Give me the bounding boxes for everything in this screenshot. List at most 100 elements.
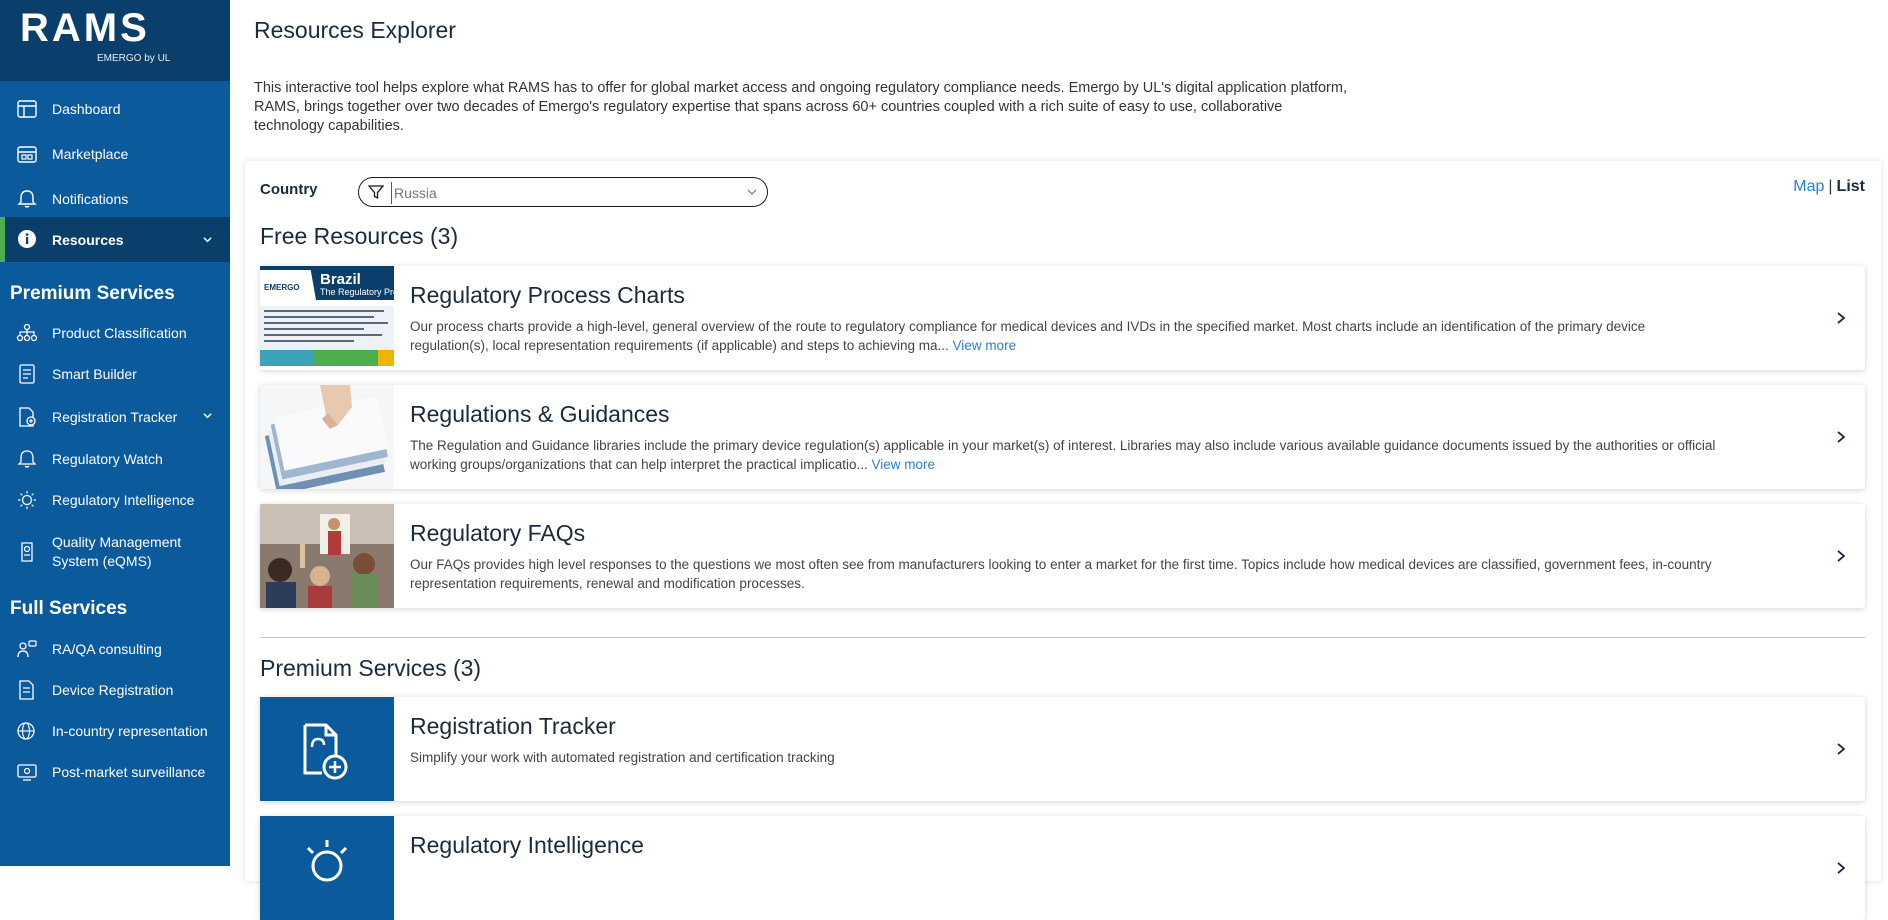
registration-tracker-thumbnail [260, 697, 394, 801]
sidebar-item-label: RA/QA consulting [52, 641, 162, 657]
chevron-right-icon[interactable] [1835, 311, 1847, 325]
sidebar-item-dashboard[interactable]: Dashboard [0, 91, 230, 127]
qms-icon [21, 542, 33, 562]
resource-title: Regulatory FAQs [410, 520, 586, 546]
sidebar-item-raqa-consulting[interactable]: RA/QA consulting [0, 631, 230, 667]
logo-subtext: EMERGO by UL [97, 53, 171, 64]
logo-text: RAMS [20, 6, 150, 50]
section-divider [260, 637, 1865, 638]
qms-label-line2: System (eQMS) [52, 553, 152, 569]
intro-line: technology capabilities. [254, 118, 404, 134]
resource-card-regulations-guidances[interactable]: Regulations & Guidances The Regulation a… [260, 385, 1865, 489]
sidebar-item-regulatory-intelligence[interactable]: Regulatory Intelligence [0, 482, 230, 518]
intro-line: RAMS, brings together over two decades o… [254, 99, 1283, 115]
sidebar-item-qms[interactable]: Quality Management System (eQMS) [0, 530, 230, 574]
view-more-link[interactable]: View more [953, 338, 1017, 353]
sidebar-item-smart-builder[interactable]: Smart Builder [0, 356, 230, 392]
sidebar-item-label: Resources [52, 231, 124, 248]
sidebar-item-label: Regulatory Intelligence [52, 492, 195, 508]
resource-card-faqs[interactable]: Regulatory FAQs Our FAQs provides high l… [260, 504, 1865, 608]
intelligence-icon [18, 491, 36, 509]
builder-icon [19, 364, 35, 384]
sidebar-item-label: Regulatory Watch [52, 451, 163, 467]
sidebar-item-device-registration[interactable]: Device Registration [0, 672, 230, 708]
sidebar-item-label: Device Registration [52, 682, 174, 698]
dashboard-icon [17, 100, 37, 118]
consulting-icon [17, 640, 37, 658]
free-resources-heading: Free Resources (3) [260, 223, 459, 249]
country-label: Country [260, 181, 318, 198]
resource-description: Our FAQs provides high level responses t… [410, 557, 1712, 591]
thumb-subtitle: The Regulatory Pro [320, 287, 394, 297]
sidebar-item-label: Marketplace [52, 146, 129, 162]
sidebar-item-product-classification[interactable]: Product Classification [0, 315, 230, 351]
sidebar-item-in-country-representation[interactable]: In-country representation [0, 713, 230, 749]
country-search-input[interactable] [391, 182, 736, 204]
surveillance-icon [17, 764, 37, 781]
lightbulb-icon [306, 840, 348, 882]
resource-description: The Regulation and Guidance libraries in… [410, 436, 1720, 474]
chevron-down-icon[interactable] [747, 187, 757, 197]
bell-icon [17, 190, 37, 208]
info-icon [18, 230, 36, 248]
chevron-right-icon[interactable] [1835, 430, 1847, 444]
chevron-down-icon[interactable] [203, 411, 212, 420]
filter-icon [368, 185, 384, 200]
sidebar-item-label: Smart Builder [52, 366, 137, 382]
chevron-down-icon[interactable] [203, 235, 212, 244]
sidebar-item-resources[interactable]: Resources [0, 217, 230, 262]
sidebar-item-label: Registration Tracker [52, 409, 178, 425]
sidebar-item-registration-tracker[interactable]: Registration Tracker [0, 399, 230, 435]
thumb-logo: EMERGO [264, 283, 300, 292]
tracker-icon [19, 407, 36, 427]
service-card-registration-tracker[interactable]: Registration Tracker Simplify your work … [260, 697, 1865, 801]
sidebar-item-label: Product Classification [52, 325, 187, 341]
page-title: Resources Explorer [254, 17, 456, 43]
sidebar: RAMS EMERGO by UL Dashboard Marketplace … [0, 0, 230, 866]
registration-icon [19, 680, 34, 700]
resource-description: Our process charts provide a high-level,… [410, 317, 1720, 355]
qms-label-line1: Quality Management [52, 534, 182, 550]
intro-line: This interactive tool helps explore what… [254, 80, 1347, 96]
service-title: Regulatory Intelligence [410, 832, 644, 858]
app-logo[interactable]: RAMS EMERGO by UL [0, 0, 230, 81]
sidebar-item-post-market-surveillance[interactable]: Post-market surveillance [0, 754, 230, 790]
resource-title: Regulations & Guidances [410, 401, 670, 427]
chevron-right-icon[interactable] [1835, 742, 1847, 756]
sidebar-item-marketplace[interactable]: Marketplace [0, 136, 230, 172]
globe-icon [17, 722, 35, 740]
main-content: Resources Explorer This interactive tool… [230, 0, 1888, 920]
sidebar-item-regulatory-watch[interactable]: Regulatory Watch [0, 441, 230, 477]
map-view-link[interactable]: Map [1793, 178, 1824, 195]
intro-text: This interactive tool helps explore what… [254, 79, 1474, 136]
sidebar-item-label: Quality Management System (eQMS) [52, 533, 181, 571]
resource-title: Regulatory Process Charts [410, 282, 685, 308]
sidebar-item-notifications[interactable]: Notifications [0, 181, 230, 217]
service-description: Simplify your work with automated regist… [410, 750, 835, 765]
sidebar-item-label: Notifications [52, 191, 129, 207]
country-select[interactable] [358, 177, 768, 207]
classroom-thumbnail [260, 504, 394, 608]
description-text: The Regulation and Guidance libraries in… [410, 438, 1716, 472]
process-chart-thumbnail: Brazil The Regulatory Pro EMERGO [260, 266, 394, 370]
resource-card-process-charts[interactable]: Brazil The Regulatory Pro EMERGO Regulat… [260, 266, 1865, 370]
classification-icon [16, 323, 38, 342]
chevron-right-icon[interactable] [1835, 549, 1847, 563]
sidebar-item-label: Post-market surveillance [52, 764, 206, 780]
premium-services-heading: Premium Services [10, 283, 175, 304]
regulatory-intelligence-thumbnail [260, 816, 394, 920]
chevron-right-icon[interactable] [1835, 861, 1847, 875]
view-separator: | [1828, 178, 1833, 195]
view-more-link[interactable]: View more [872, 457, 936, 472]
sidebar-item-label: Dashboard [52, 101, 121, 117]
service-card-regulatory-intelligence[interactable]: Regulatory Intelligence [260, 816, 1865, 920]
full-services-heading: Full Services [10, 598, 128, 619]
service-title: Registration Tracker [410, 713, 616, 739]
premium-services-section-heading: Premium Services (3) [260, 655, 482, 681]
sidebar-item-label: In-country representation [52, 723, 208, 739]
view-toggle: Map | List [1793, 178, 1865, 196]
thumb-country: Brazil [320, 271, 361, 288]
list-view-link[interactable]: List [1837, 178, 1865, 195]
documents-thumbnail [260, 385, 394, 489]
watch-icon [17, 450, 37, 468]
